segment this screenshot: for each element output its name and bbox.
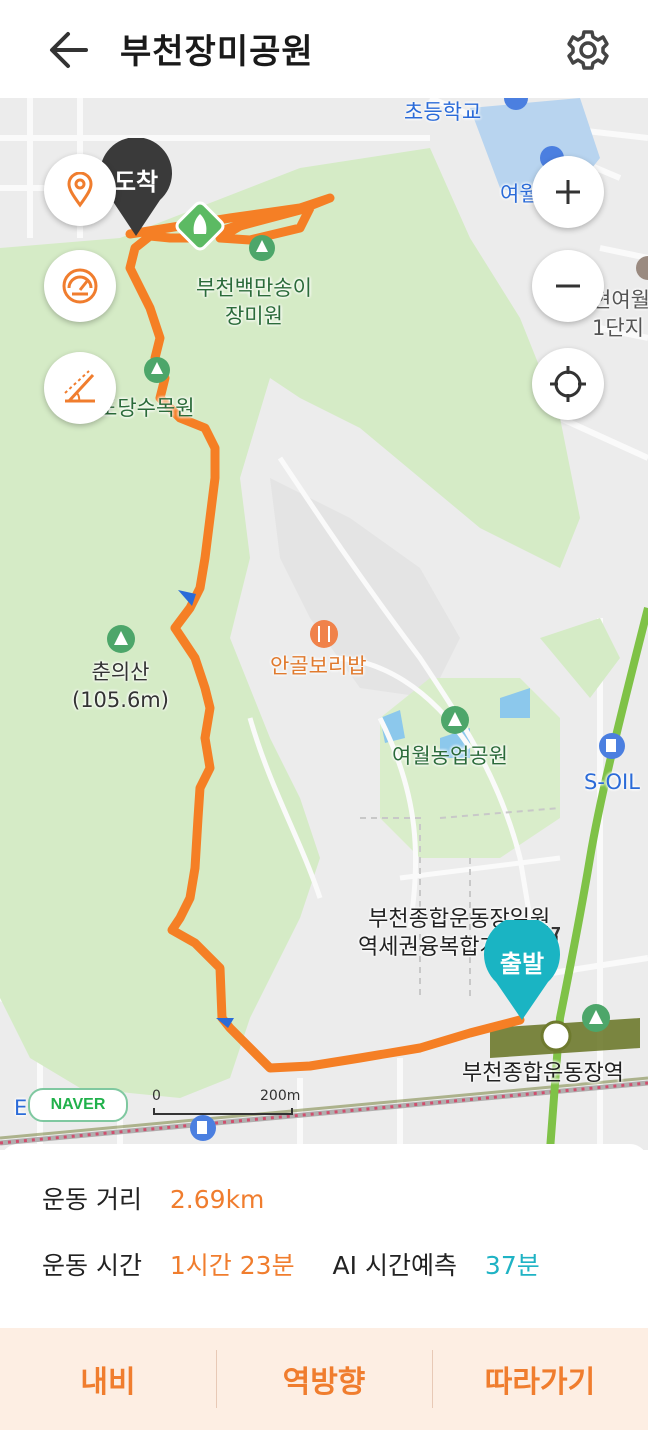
speedometer-icon [62,268,98,304]
location-pin-button[interactable] [44,154,116,226]
scale-bar [153,1108,293,1115]
back-button[interactable] [42,22,98,78]
label-school: 초등학교 [404,100,482,124]
follow-button[interactable]: 따라가기 [432,1328,648,1430]
time-value: 1시간 23분 [169,1251,295,1280]
distance-row: 운동 거리 2.69km [42,1180,264,1216]
zoom-out-button[interactable] [532,250,604,322]
crosshair-icon [550,366,586,402]
settings-button[interactable] [562,24,614,76]
departure-pin[interactable]: 출발 [482,916,562,1022]
my-location-button[interactable] [532,348,604,420]
label-e: E [14,1096,28,1120]
stats-panel: 운동 거리 2.69km 운동 시간 1시간 23분 AI 시간예측 37분 [0,1144,648,1334]
ai-value: 37분 [484,1251,540,1280]
speed-button[interactable] [44,250,116,322]
app-header: 부천장미공원 [0,0,648,98]
slope-button[interactable] [44,352,116,424]
label-rose-garden: 부천백만송이 장미원 [196,276,312,328]
label-restaurant: 안골보리밥 [270,654,367,678]
slope-icon [64,370,95,403]
distance-value: 2.69km [169,1185,265,1214]
minus-icon [556,284,580,288]
map-scale: 0 200m [152,1088,302,1118]
location-pin-icon [67,172,93,208]
zoom-in-button[interactable] [532,156,604,228]
label-farm-park: 여월농업공원 [392,744,508,768]
departure-label: 출발 [499,950,545,978]
back-arrow-icon [50,32,88,68]
gear-icon [567,30,609,70]
time-row: 운동 시간 1시간 23분 AI 시간예측 37분 [42,1246,540,1282]
label-chunui-mountain: 춘의산 (105.6m) [72,660,169,712]
reverse-button[interactable]: 역방향 [216,1328,432,1430]
plus-icon [556,180,580,204]
distance-label: 운동 거리 [42,1185,142,1214]
naver-logo: NAVER [28,1088,128,1122]
navi-button[interactable]: 내비 [0,1328,216,1430]
time-label: 운동 시간 [42,1251,142,1280]
bottom-action-bar: 내비 역방향 따라가기 [0,1328,648,1430]
ai-label: AI 시간예측 [332,1251,457,1280]
map-view[interactable]: 초등학교 여월 현여월 1단지 부천백만송이 장미원 도당수목원 춘의산 (10… [0,98,648,1150]
page-title: 부천장미공원 [120,32,314,72]
label-station: 부천종합운동장역 [462,1061,624,1086]
label-soil: S-OIL [584,770,640,794]
